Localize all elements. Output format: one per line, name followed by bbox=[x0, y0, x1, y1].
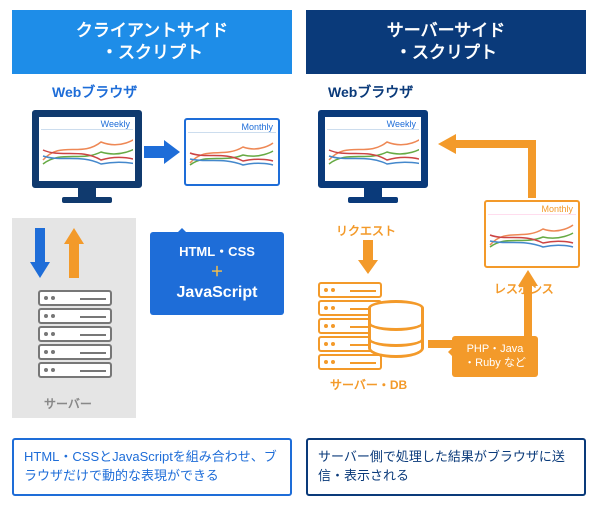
chart-icon bbox=[327, 130, 419, 172]
browser-label-right: Webブラウザ bbox=[328, 82, 586, 102]
server-side-panel: サーバーサイド ・スクリプト Webブラウザ Weekly Monthly リク… bbox=[306, 10, 586, 500]
speech-line1: HTML・CSS bbox=[156, 242, 278, 262]
response-label: レスポンス bbox=[494, 280, 554, 297]
request-label: リクエスト bbox=[336, 222, 396, 239]
chart-icon bbox=[488, 215, 576, 257]
speech-plus: ＋ bbox=[156, 262, 278, 282]
speech-line2: JavaScript bbox=[156, 281, 278, 305]
server-area: サーバー bbox=[12, 218, 136, 418]
arrow-response-icon bbox=[434, 128, 544, 202]
browser-main-left: Weekly bbox=[32, 110, 142, 203]
lang-callout: PHP・Java ・Ruby など bbox=[452, 336, 538, 377]
server-header: サーバーサイド ・スクリプト bbox=[306, 10, 586, 74]
tab-monthly-r: Monthly bbox=[488, 204, 576, 215]
database-icon bbox=[368, 300, 424, 360]
arrow-up-icon bbox=[64, 228, 84, 280]
tab-weekly: Weekly bbox=[41, 119, 133, 130]
server-label: サーバー bbox=[44, 395, 92, 412]
arrow-down-icon bbox=[30, 228, 50, 280]
chart-icon bbox=[41, 130, 133, 172]
client-side-panel: クライアントサイド ・スクリプト Webブラウザ Weekly Monthly … bbox=[12, 10, 292, 500]
tab-weekly-r: Weekly bbox=[327, 119, 419, 130]
tech-callout: HTML・CSS ＋ JavaScript bbox=[150, 232, 284, 315]
chart-icon bbox=[188, 133, 276, 175]
client-header: クライアントサイド ・スクリプト bbox=[12, 10, 292, 74]
arrow-right-icon bbox=[144, 140, 182, 164]
browser-small-left: Monthly bbox=[184, 118, 280, 186]
browser-main-right: Weekly bbox=[318, 110, 428, 203]
server-icon bbox=[38, 290, 112, 380]
server-db-label: サーバー・DB bbox=[330, 376, 407, 393]
browser-small-right: Monthly bbox=[484, 200, 580, 268]
arrow-request-icon bbox=[358, 240, 378, 276]
caption-left: HTML・CSSとJavaScriptを組み合わせ、ブラウザだけで動的な表現がで… bbox=[12, 438, 292, 496]
caption-right: サーバー側で処理した結果がブラウザに送信・表示される bbox=[306, 438, 586, 496]
browser-label-left: Webブラウザ bbox=[52, 82, 292, 102]
tab-monthly: Monthly bbox=[188, 122, 276, 133]
